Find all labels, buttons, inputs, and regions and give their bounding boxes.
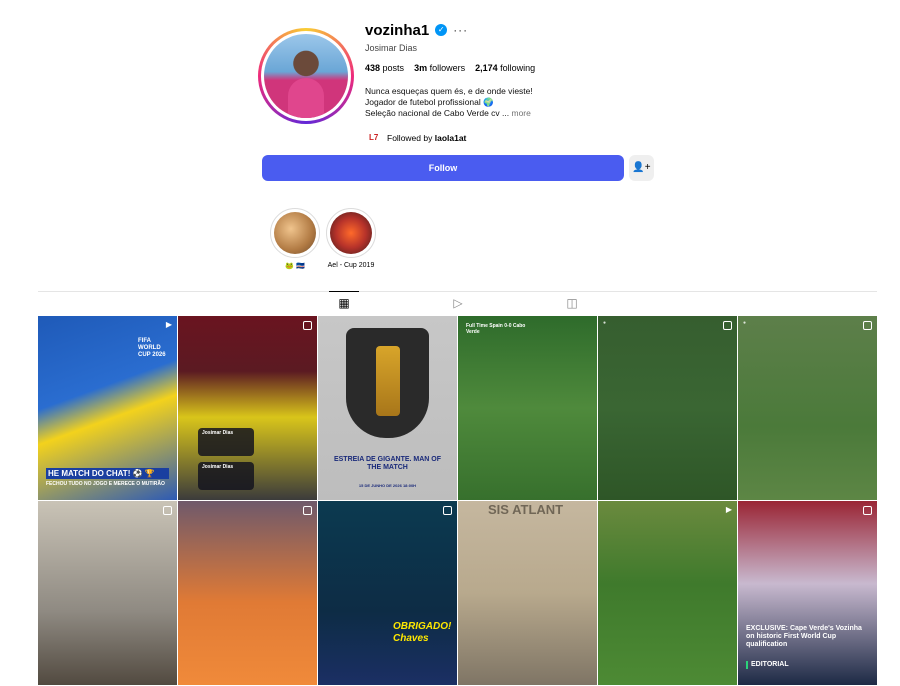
posts-stat: 438 posts — [365, 63, 405, 73]
avatar-image — [264, 34, 348, 118]
following-stat[interactable]: 2,174 following — [475, 63, 535, 73]
posts-grid: ▶ FIFA WORLD CUP 2026 HE MATCH DO CHAT! … — [38, 316, 877, 686]
profile-header: vozinha1 ✓ ··· Josimar Dias 438 posts 3m… — [258, 20, 658, 150]
post-badge: FIFA WORLD CUP 2026 — [138, 338, 166, 358]
profile-tabs: ▦ ▷ ◫ — [38, 291, 877, 315]
post-tag: ● — [743, 320, 747, 326]
post-subcaption: EDITORIAL — [746, 661, 869, 670]
highlight-label: 🐸 🇨🇻 — [285, 263, 305, 270]
post-caption: Full Time Spain 0-0 Cabo Verde — [466, 323, 526, 335]
highlight-label: Ael - Cup 2019 — [327, 262, 375, 269]
reel-icon: ▶ — [725, 505, 732, 514]
post-tag: ● — [603, 320, 607, 326]
post-subcaption: 15 DE JUNHO DE 2026 18:00H — [358, 483, 417, 488]
post-tile[interactable]: ▶ — [598, 501, 737, 685]
post-tile[interactable]: ● — [598, 316, 737, 500]
add-user-icon: 👤+ — [632, 162, 651, 173]
followed-by-avatar-icon: L7 — [369, 133, 379, 142]
post-caption: ESTREIA DE GIGANTE. MAN OF THE MATCH — [333, 456, 442, 472]
followed-by-text: Followed by laola1at — [387, 133, 467, 143]
verified-icon: ✓ — [435, 24, 448, 36]
post-tile[interactable]: ESTREIA DE GIGANTE. MAN OF THE MATCH 15 … — [318, 316, 457, 500]
bio-line: Jogador de futebol profissional 🌍 — [365, 97, 494, 107]
post-subcaption: FECHOU TUDO NO JOGO E MERECE O MUTIRÃO — [46, 481, 165, 487]
reel-icon: ▶ — [165, 320, 172, 329]
carousel-icon — [723, 321, 732, 330]
carousel-icon — [303, 321, 312, 330]
carousel-icon — [443, 506, 452, 515]
post-stat-card: Josimar Dias — [198, 428, 254, 456]
post-tile[interactable] — [38, 501, 177, 685]
bio-line: Seleção nacional de Cabo Verde cv ... mo… — [365, 108, 531, 118]
followed-by[interactable]: L7 Followed by laola1at — [369, 132, 535, 144]
post-tile[interactable]: OBRIGADO! Chaves — [318, 501, 457, 685]
post-trophy — [376, 346, 400, 416]
bio-line: Nunca esqueças quem és, e de onde vieste… — [365, 86, 533, 96]
highlight-cover — [274, 212, 316, 254]
post-tile[interactable]: EXCLUSIVE: Cape Verde's Vozinha on histo… — [738, 501, 877, 685]
post-tile[interactable]: SIS ATLANT — [458, 501, 597, 685]
full-name: Josimar Dias — [365, 43, 418, 53]
post-caption: SIS ATLANT — [488, 502, 564, 517]
tagged-icon[interactable]: ◫ — [564, 296, 580, 312]
username: vozinha1 — [365, 21, 430, 39]
highlight-cover — [330, 212, 372, 254]
post-tile[interactable]: ● — [738, 316, 877, 500]
post-tile[interactable]: ▶ FIFA WORLD CUP 2026 HE MATCH DO CHAT! … — [38, 316, 177, 500]
story-highlight[interactable]: 🐸 🇨🇻 — [270, 208, 320, 270]
post-caption: EXCLUSIVE: Cape Verde's Vozinha on histo… — [746, 625, 862, 649]
post-tile[interactable]: Full Time Spain 0-0 Cabo Verde — [458, 316, 597, 500]
post-stat-card: Josimar Dias — [198, 462, 254, 490]
bio: Nunca esqueças quem és, e de onde vieste… — [365, 86, 535, 119]
post-caption: OBRIGADO! Chaves — [393, 621, 452, 644]
bio-more-link[interactable]: more — [512, 108, 531, 118]
profile-stats: 438 posts 3m followers 2,174 following — [365, 63, 535, 73]
carousel-icon — [303, 506, 312, 515]
reels-icon[interactable]: ▷ — [450, 296, 466, 312]
carousel-icon — [163, 506, 172, 515]
more-options-icon[interactable]: ··· — [453, 23, 468, 37]
followers-stat[interactable]: 3m followers — [414, 63, 465, 73]
follow-button[interactable]: Follow — [262, 155, 624, 181]
story-highlight[interactable]: Ael - Cup 2019 — [326, 208, 376, 269]
post-tile[interactable]: Josimar Dias Josimar Dias — [178, 316, 317, 500]
carousel-icon — [863, 506, 872, 515]
post-caption: HE MATCH DO CHAT! ⚽ 🏆 — [46, 468, 169, 480]
suggested-users-button[interactable]: 👤+ — [629, 155, 654, 181]
profile-info: vozinha1 ✓ ··· Josimar Dias 438 posts 3m… — [365, 20, 535, 144]
grid-icon[interactable]: ▦ — [329, 291, 359, 312]
carousel-icon — [863, 321, 872, 330]
profile-avatar[interactable] — [258, 28, 354, 124]
post-tile[interactable] — [178, 501, 317, 685]
